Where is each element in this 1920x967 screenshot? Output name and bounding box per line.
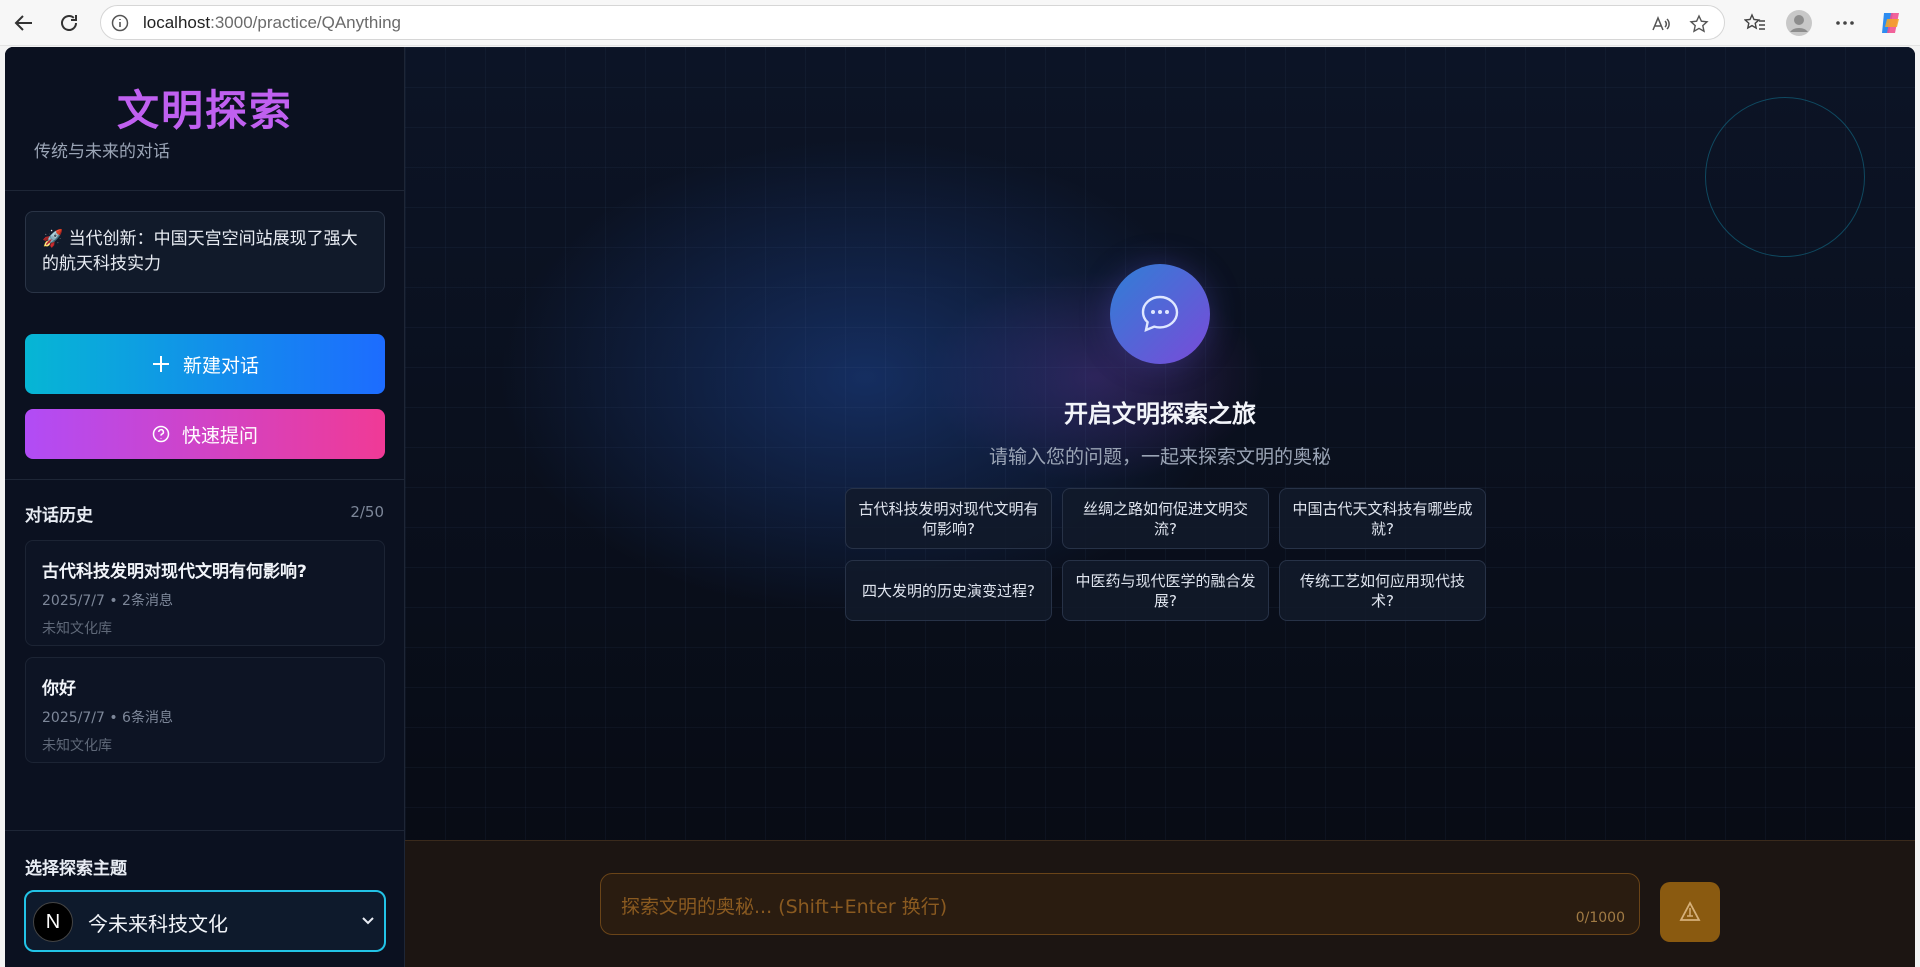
innovation-notice: 🚀 当代创新：中国天宫空间站展现了强大的航天科技实力 bbox=[25, 211, 385, 293]
new-chat-label: 新建对话 bbox=[182, 354, 259, 377]
address-bar[interactable]: localhost:3000/practice/QAnything bbox=[100, 5, 1725, 40]
back-icon[interactable] bbox=[8, 7, 40, 39]
site-info-icon[interactable] bbox=[111, 14, 129, 32]
url-text[interactable]: localhost:3000/practice/QAnything bbox=[143, 13, 401, 33]
read-aloud-icon[interactable] bbox=[1650, 13, 1672, 35]
history-item[interactable]: 古代科技发明对现代文明有何影响? 2025/7/7 • 2条消息 未知文化库 bbox=[25, 540, 385, 646]
divider bbox=[5, 190, 405, 191]
history-count: 2/50 bbox=[350, 503, 384, 521]
history-item-kb: 未知文化库 bbox=[42, 738, 112, 754]
question-circle-icon bbox=[152, 425, 170, 443]
app-frame: 文明探索 传统与未来的对话 🚀 当代创新：中国天宫空间站展现了强大的航天科技实力… bbox=[5, 47, 1915, 967]
brand-title: 文明探索 bbox=[116, 86, 293, 135]
history-item-kb: 未知文化库 bbox=[42, 621, 112, 637]
suggestion-chip[interactable]: 古代科技发明对现代文明有何影响? bbox=[845, 488, 1052, 549]
message-input[interactable]: 探索文明的奥秘... (Shift+Enter 换行) 0/1000 bbox=[600, 873, 1640, 935]
quick-ask-label: 快速提问 bbox=[181, 424, 258, 447]
suggestion-chip[interactable]: 丝绸之路如何促进文明交流? bbox=[1062, 488, 1269, 549]
input-bar: 探索文明的奥秘... (Shift+Enter 换行) 0/1000 bbox=[405, 840, 1915, 967]
plus-icon bbox=[152, 356, 169, 372]
chat-main: 开启文明探索之旅 请输入您的问题，一起来探索文明的奥秘 古代科技发明对现代文明有… bbox=[405, 47, 1915, 967]
brand-subtitle: 传统与未来的对话 bbox=[34, 142, 170, 162]
favorite-star-icon[interactable] bbox=[1688, 13, 1710, 35]
history-title: 对话历史 bbox=[25, 506, 93, 526]
sidebar: 文明探索 传统与未来的对话 🚀 当代创新：中国天宫空间站展现了强大的航天科技实力… bbox=[5, 47, 405, 967]
history-item-meta: 2025/7/7 • 6条消息 bbox=[42, 710, 173, 726]
nextjs-badge[interactable]: N bbox=[33, 902, 73, 942]
divider bbox=[5, 479, 405, 480]
divider bbox=[5, 830, 405, 831]
refresh-icon[interactable] bbox=[53, 7, 85, 39]
suggestion-chip[interactable]: 传统工艺如何应用现代技术? bbox=[1279, 560, 1486, 621]
welcome-subtitle: 请输入您的问题，一起来探索文明的奥秘 bbox=[988, 446, 1331, 468]
decorative-ring bbox=[1705, 97, 1865, 257]
message-input-placeholder: 探索文明的奥秘... (Shift+Enter 换行) bbox=[621, 896, 948, 918]
history-item-title: 古代科技发明对现代文明有何影响? bbox=[42, 562, 307, 582]
chevron-down-icon bbox=[360, 912, 376, 932]
more-menu-icon[interactable] bbox=[1831, 9, 1859, 37]
new-chat-button[interactable]: 新建对话 bbox=[25, 334, 385, 394]
theme-select-value: 今未来科技文化 bbox=[88, 912, 228, 936]
quick-ask-button[interactable]: 快速提问 bbox=[25, 409, 385, 459]
suggestion-chip[interactable]: 中医药与现代医学的融合发展? bbox=[1062, 560, 1269, 621]
suggestion-chip[interactable]: 中国古代天文科技有哪些成就? bbox=[1279, 488, 1486, 549]
send-button[interactable] bbox=[1660, 882, 1720, 942]
history-item-title: 你好 bbox=[42, 679, 76, 699]
history-item[interactable]: 你好 2025/7/7 • 6条消息 未知文化库 bbox=[25, 657, 385, 763]
chat-bubble-icon bbox=[1110, 264, 1210, 364]
theme-select[interactable]: 今未来科技文化 bbox=[24, 890, 386, 952]
theme-title: 选择探索主题 bbox=[25, 859, 127, 879]
browser-toolbar: localhost:3000/practice/QAnything bbox=[0, 0, 1920, 46]
profile-avatar-icon[interactable] bbox=[1785, 9, 1813, 37]
history-item-meta: 2025/7/7 • 2条消息 bbox=[42, 593, 173, 609]
welcome-title: 开启文明探索之旅 bbox=[1064, 400, 1256, 428]
send-icon bbox=[1679, 901, 1701, 921]
copilot-icon[interactable] bbox=[1877, 9, 1905, 37]
char-counter: 0/1000 bbox=[1575, 910, 1625, 926]
suggestion-chip[interactable]: 四大发明的历史演变过程? bbox=[845, 560, 1052, 621]
favorites-icon[interactable] bbox=[1741, 9, 1769, 37]
